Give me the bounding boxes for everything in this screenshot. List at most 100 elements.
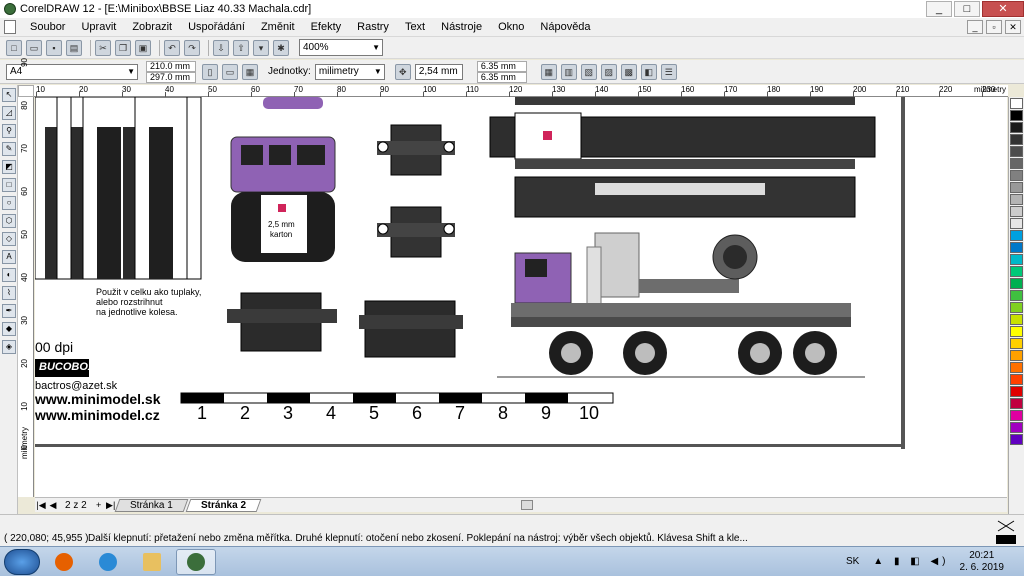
ruler-origin[interactable] bbox=[18, 85, 34, 97]
paste-icon[interactable]: ▣ bbox=[135, 39, 151, 56]
landscape-icon[interactable]: ▭ bbox=[222, 63, 238, 80]
draw-as-filled-icon[interactable]: ◧ bbox=[640, 63, 657, 80]
color-swatch[interactable] bbox=[1010, 302, 1023, 313]
menu-zmenit[interactable]: Změnit bbox=[253, 18, 303, 36]
zoom-tool-icon[interactable]: ⚲ bbox=[2, 124, 16, 138]
color-swatch[interactable] bbox=[1010, 206, 1023, 217]
pick-tool-icon[interactable]: ↖ bbox=[2, 88, 16, 102]
snap-objects-icon[interactable]: ▧ bbox=[580, 63, 597, 80]
doc-minimize-button[interactable]: _ bbox=[967, 20, 983, 34]
outline-tool-icon[interactable]: ✒ bbox=[2, 304, 16, 318]
interactive-blend-icon[interactable]: ◐ bbox=[2, 268, 16, 282]
color-swatch[interactable] bbox=[1010, 170, 1023, 181]
undo-icon[interactable]: ↶ bbox=[164, 39, 180, 56]
color-swatch[interactable] bbox=[1010, 266, 1023, 277]
application-launcher-icon[interactable]: ▾ bbox=[253, 39, 269, 56]
copy-icon[interactable]: ❐ bbox=[115, 39, 131, 56]
taskbar-firefox[interactable] bbox=[44, 549, 84, 575]
tray-icons[interactable]: ▲ ▮ ◧ ◀) bbox=[873, 556, 949, 567]
color-swatch[interactable] bbox=[1010, 290, 1023, 301]
menu-okno[interactable]: Okno bbox=[490, 18, 532, 36]
clock[interactable]: 20:21 2. 6. 2019 bbox=[960, 550, 1004, 574]
treat-as-filled-icon[interactable]: ▩ bbox=[620, 63, 637, 80]
color-swatch[interactable] bbox=[1010, 350, 1023, 361]
ellipse-tool-icon[interactable]: ○ bbox=[2, 196, 16, 210]
snap-guides-icon[interactable]: ▥ bbox=[560, 63, 577, 80]
language-indicator[interactable]: SK bbox=[846, 556, 859, 567]
color-swatch[interactable] bbox=[1010, 122, 1023, 133]
color-swatch[interactable] bbox=[1010, 314, 1023, 325]
shape-tool-icon[interactable]: ◿ bbox=[2, 106, 16, 120]
color-swatch[interactable] bbox=[1010, 338, 1023, 349]
color-swatch[interactable] bbox=[1010, 146, 1023, 157]
taskbar-internet-explorer[interactable] bbox=[88, 549, 128, 575]
color-swatch[interactable] bbox=[1010, 254, 1023, 265]
color-swatch[interactable] bbox=[1010, 386, 1023, 397]
duplicate-x-field[interactable]: 6.35 mm bbox=[476, 60, 527, 72]
menu-napoveda[interactable]: Nápověda bbox=[532, 18, 598, 36]
interactive-fill-icon[interactable]: ◈ bbox=[2, 340, 16, 354]
menu-usporadani[interactable]: Uspořádání bbox=[180, 18, 253, 36]
horizontal-scroll-thumb[interactable] bbox=[520, 500, 533, 510]
taskbar-coreldraw[interactable] bbox=[176, 548, 216, 575]
minimize-button[interactable]: _ bbox=[926, 1, 952, 17]
rectangle-tool-icon[interactable]: □ bbox=[2, 178, 16, 192]
menu-upravit[interactable]: Upravit bbox=[73, 18, 124, 36]
add-page-button[interactable]: + bbox=[93, 500, 105, 510]
menu-rastry[interactable]: Rastry bbox=[349, 18, 397, 36]
fill-tool-icon[interactable]: ◆ bbox=[2, 322, 16, 336]
menu-efekty[interactable]: Efekty bbox=[303, 18, 350, 36]
taskbar-explorer[interactable] bbox=[132, 549, 172, 575]
color-swatch[interactable] bbox=[1010, 410, 1023, 421]
fill-outline-indicator[interactable] bbox=[994, 517, 1018, 545]
doc-restore-button[interactable]: ▫ bbox=[986, 20, 1002, 34]
color-swatch[interactable] bbox=[1010, 230, 1023, 241]
color-swatch[interactable] bbox=[1010, 422, 1023, 433]
page-width-field[interactable]: 210.0 mm bbox=[146, 60, 196, 72]
close-button[interactable]: ✕ bbox=[982, 1, 1024, 17]
color-swatch[interactable] bbox=[1010, 374, 1023, 385]
horizontal-scrollbar[interactable] bbox=[281, 499, 1007, 511]
horizontal-ruler[interactable]: 10 20 30 40 50 60 70 80 90 100 110 120 130 140 150 160 1… bbox=[34, 85, 1008, 97]
page-tab-1[interactable]: Stránka 1 bbox=[114, 498, 188, 512]
color-swatch[interactable] bbox=[1010, 326, 1023, 337]
corel-online-icon[interactable]: ✱ bbox=[273, 39, 289, 56]
menu-nastroje[interactable]: Nástroje bbox=[433, 18, 490, 36]
menu-soubor[interactable]: Soubor bbox=[22, 18, 73, 36]
maximize-button[interactable]: □ bbox=[954, 1, 980, 17]
new-document-icon[interactable]: □ bbox=[6, 39, 22, 56]
smart-fill-icon[interactable]: ◩ bbox=[2, 160, 16, 174]
duplicate-y-field[interactable]: 6.35 mm bbox=[476, 71, 527, 83]
portrait-icon[interactable]: ▯ bbox=[202, 63, 218, 80]
doc-close-button[interactable]: ✕ bbox=[1005, 20, 1021, 34]
color-swatch[interactable] bbox=[1010, 98, 1023, 109]
vertical-ruler[interactable]: 0 10 20 30 40 50 60 70 80 90 milimetry bbox=[18, 58, 34, 497]
page-tab-2[interactable]: Stránka 2 bbox=[185, 498, 261, 512]
document-icon[interactable] bbox=[4, 20, 16, 34]
basic-shapes-icon[interactable]: ◇ bbox=[2, 232, 16, 246]
color-swatch[interactable] bbox=[1010, 242, 1023, 253]
all-pages-icon[interactable]: ▦ bbox=[242, 63, 258, 80]
color-swatch[interactable] bbox=[1010, 398, 1023, 409]
save-icon[interactable]: ▪ bbox=[46, 39, 62, 56]
menu-text[interactable]: Text bbox=[397, 18, 433, 36]
eyedropper-icon[interactable]: ⌇ bbox=[2, 286, 16, 300]
first-page-button[interactable]: |◀ bbox=[35, 500, 47, 511]
menu-zobrazit[interactable]: Zobrazit bbox=[124, 18, 180, 36]
color-swatch[interactable] bbox=[1010, 182, 1023, 193]
color-swatch[interactable] bbox=[1010, 110, 1023, 121]
start-button[interactable] bbox=[4, 548, 40, 575]
options-icon[interactable]: ☰ bbox=[660, 63, 677, 80]
snap-grid-icon[interactable]: ▦ bbox=[540, 63, 557, 80]
redo-icon[interactable]: ↷ bbox=[184, 39, 200, 56]
cut-icon[interactable]: ✂ bbox=[95, 39, 111, 56]
dynamic-guides-icon[interactable]: ▨ bbox=[600, 63, 617, 80]
color-swatch[interactable] bbox=[1010, 218, 1023, 229]
color-swatch[interactable] bbox=[1010, 362, 1023, 373]
zoom-select[interactable]: 400% ▼ bbox=[299, 39, 383, 56]
text-tool-icon[interactable]: A bbox=[2, 250, 16, 264]
nudge-field[interactable]: 2,54 mm bbox=[414, 63, 463, 80]
print-icon[interactable]: ▤ bbox=[66, 39, 82, 56]
units-select[interactable]: milimetry ▼ bbox=[314, 63, 385, 80]
color-swatch[interactable] bbox=[1010, 434, 1023, 445]
